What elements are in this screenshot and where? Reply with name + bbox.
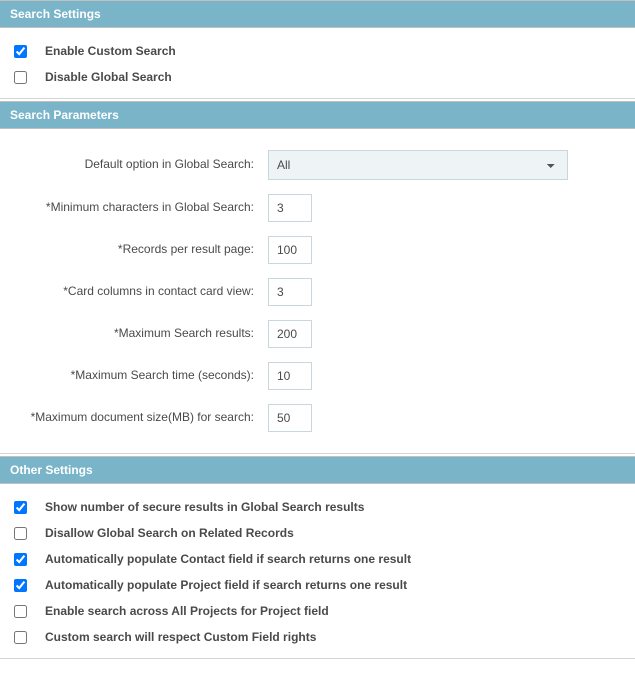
- custom-field-rights-label: Custom search will respect Custom Field …: [45, 630, 316, 644]
- max-doc-size-label: *Maximum document size(MB) for search:: [14, 410, 268, 426]
- min-chars-row: *Minimum characters in Global Search:: [0, 187, 635, 229]
- max-doc-size-input[interactable]: [268, 404, 312, 432]
- auto-populate-project-checkbox[interactable]: [14, 579, 27, 592]
- auto-populate-contact-label: Automatically populate Contact field if …: [45, 552, 411, 566]
- card-columns-row: *Card columns in contact card view:: [0, 271, 635, 313]
- default-option-row: Default option in Global Search: All: [0, 143, 635, 187]
- other-settings-section: Other Settings Show number of secure res…: [0, 456, 635, 659]
- enable-custom-search-label: Enable Custom Search: [45, 44, 176, 58]
- disallow-related-label: Disallow Global Search on Related Record…: [45, 526, 294, 540]
- card-columns-input[interactable]: [268, 278, 312, 306]
- default-option-select[interactable]: All: [268, 150, 568, 180]
- disallow-related-row: Disallow Global Search on Related Record…: [0, 520, 635, 546]
- min-chars-input[interactable]: [268, 194, 312, 222]
- default-option-label: Default option in Global Search:: [14, 157, 268, 173]
- enable-all-projects-row: Enable search across All Projects for Pr…: [0, 598, 635, 624]
- custom-field-rights-row: Custom search will respect Custom Field …: [0, 624, 635, 650]
- disable-global-search-row: Disable Global Search: [0, 64, 635, 90]
- records-per-page-input[interactable]: [268, 236, 312, 264]
- search-settings-section: Search Settings Enable Custom Search Dis…: [0, 0, 635, 99]
- disallow-related-checkbox[interactable]: [14, 527, 27, 540]
- other-settings-body: Show number of secure results in Global …: [0, 484, 635, 659]
- search-settings-header: Search Settings: [0, 0, 635, 28]
- max-doc-size-row: *Maximum document size(MB) for search:: [0, 397, 635, 439]
- max-time-label: *Maximum Search time (seconds):: [14, 368, 268, 384]
- enable-custom-search-checkbox[interactable]: [14, 45, 27, 58]
- records-per-page-label: *Records per result page:: [14, 242, 268, 258]
- disable-global-search-label: Disable Global Search: [45, 70, 172, 84]
- max-time-input[interactable]: [268, 362, 312, 390]
- search-settings-body: Enable Custom Search Disable Global Sear…: [0, 28, 635, 99]
- min-chars-label: *Minimum characters in Global Search:: [14, 200, 268, 216]
- search-parameters-body: Default option in Global Search: All *Mi…: [0, 129, 635, 454]
- max-results-input[interactable]: [268, 320, 312, 348]
- search-parameters-section: Search Parameters Default option in Glob…: [0, 101, 635, 454]
- show-secure-count-checkbox[interactable]: [14, 501, 27, 514]
- show-secure-count-label: Show number of secure results in Global …: [45, 500, 364, 514]
- show-secure-count-row: Show number of secure results in Global …: [0, 494, 635, 520]
- search-parameters-header: Search Parameters: [0, 101, 635, 129]
- records-per-page-row: *Records per result page:: [0, 229, 635, 271]
- max-results-row: *Maximum Search results:: [0, 313, 635, 355]
- custom-field-rights-checkbox[interactable]: [14, 631, 27, 644]
- enable-all-projects-label: Enable search across All Projects for Pr…: [45, 604, 329, 618]
- other-settings-header: Other Settings: [0, 456, 635, 484]
- max-results-label: *Maximum Search results:: [14, 326, 268, 342]
- auto-populate-project-label: Automatically populate Project field if …: [45, 578, 407, 592]
- max-time-row: *Maximum Search time (seconds):: [0, 355, 635, 397]
- card-columns-label: *Card columns in contact card view:: [14, 284, 268, 300]
- disable-global-search-checkbox[interactable]: [14, 71, 27, 84]
- auto-populate-contact-checkbox[interactable]: [14, 553, 27, 566]
- enable-custom-search-row: Enable Custom Search: [0, 38, 635, 64]
- enable-all-projects-checkbox[interactable]: [14, 605, 27, 618]
- auto-populate-project-row: Automatically populate Project field if …: [0, 572, 635, 598]
- auto-populate-contact-row: Automatically populate Contact field if …: [0, 546, 635, 572]
